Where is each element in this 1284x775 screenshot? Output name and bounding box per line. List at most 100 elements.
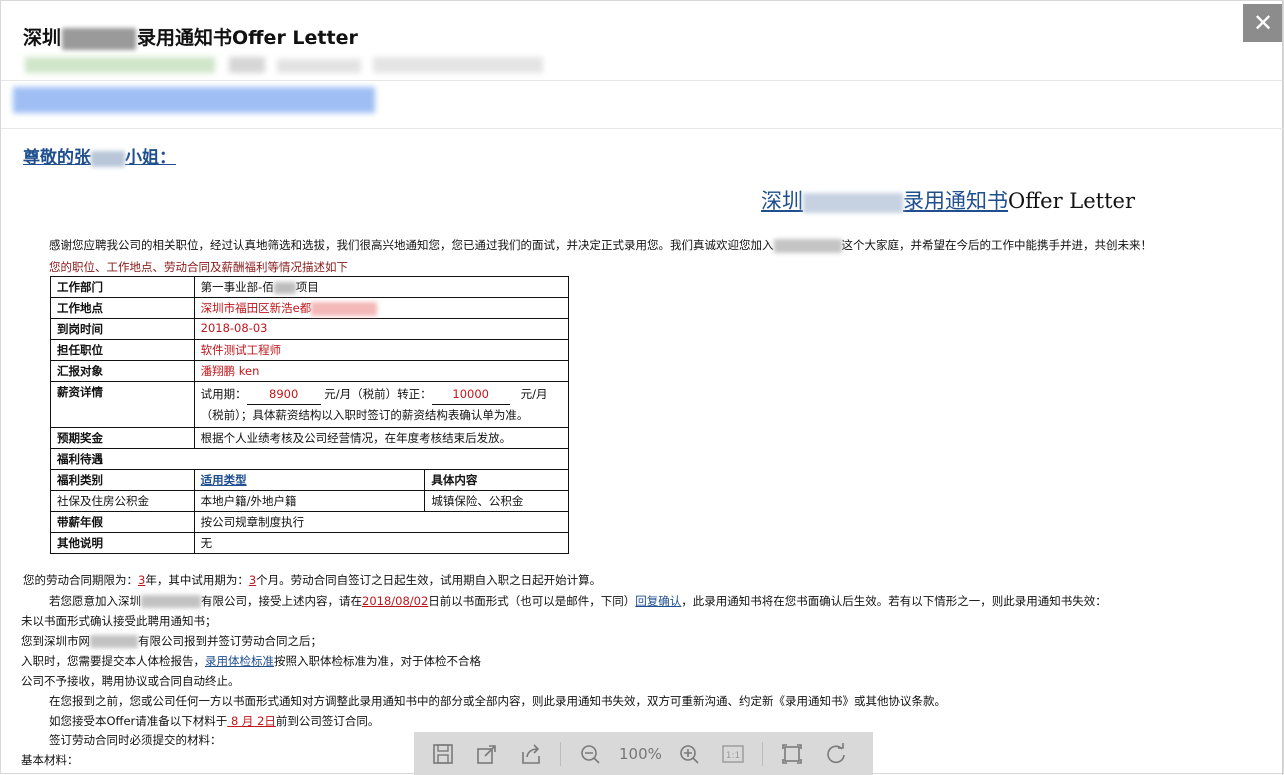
table-row: 带薪年假 按公司规章制度执行 [50, 511, 570, 533]
basic-materials-label: 基本材料： [21, 753, 79, 767]
report-label: 汇报对象 [50, 360, 195, 382]
location-text: 深圳市福田区新浩e都 [200, 301, 312, 315]
subject-suffix: 录用通知书Offer Letter [137, 27, 358, 49]
location-label: 工作地点 [50, 297, 195, 319]
condition-line-2: 您到深圳市网 有限公司报到并签订劳动合同之后； [21, 633, 322, 649]
location-value: 深圳市福田区新浩e都 [193, 297, 570, 319]
acceptance-line: 若您愿意加入深圳 有限公司，接受上述内容，请在2018/08/02日前以书面形式（… [49, 593, 1107, 609]
table-row: 工作部门 第一事业部-佰 项目 [50, 276, 570, 298]
offer-table: 工作部门 第一事业部-佰 项目 工作地点 深圳市福田区新浩e都 到岗时间 2018… [50, 276, 570, 554]
l1-text-a: 您的劳动合同期限为： [23, 573, 138, 587]
redacted-block [141, 595, 201, 608]
position-value: 软件测试工程师 [193, 339, 570, 361]
intro-text-b: 这个大家庭，并希望在今后的工作中能携手并进，共创未来！ [841, 238, 1153, 252]
salary-value: 试用期： 8900 元/月（税前）转正： 10000 元/月 （税前）；具体薪资结构… [193, 381, 570, 428]
welfare-label: 福利待遇 [50, 448, 569, 470]
reply-confirm-link[interactable]: 回复确认 [635, 594, 681, 608]
salary-note: （税前）；具体薪资结构以入职时签订的薪资结构表确认单为准。 [200, 408, 529, 422]
save-icon[interactable] [428, 739, 458, 769]
table-row: 福利类别 适用类型 具体内容 [50, 469, 569, 491]
subject-prefix: 深圳 [23, 27, 62, 49]
image-viewer-toolbar: 100% 1:1 [414, 732, 873, 775]
letter-title: 深圳 录用通知书Offer Letter [761, 185, 1135, 215]
department-value-a: 第一事业部-佰 [200, 280, 274, 294]
zoom-in-icon[interactable] [674, 739, 704, 769]
salary-label: 薪资详情 [50, 381, 195, 428]
zoom-out-icon[interactable] [575, 739, 605, 769]
l2-text-d: ，此录用通知书将在您书面确认后生效。若有以下情形之一，则此录用通知书失效： [681, 594, 1107, 608]
other-value: 无 [193, 532, 570, 554]
divider [1, 128, 1283, 129]
condition-line-3: 入职时，您需要提交本人体检报告，录用体检标准按照入职体检标准为准，对于体检不合格 [21, 653, 481, 669]
condition-line-1: 未以书面形式确认接受此聘用通知书； [21, 614, 217, 628]
toolbar-separator [761, 741, 763, 766]
salary-regular-amount: 10000 [431, 384, 510, 405]
leave-label: 带薪年假 [50, 511, 195, 533]
intro-text-a: 感谢您应聘我公司的相关职位，经过认真地筛选和选拔，我们很高兴地通知您，您已通过我… [49, 238, 774, 252]
mail-header: 深圳 录用通知书Offer Letter [1, 1, 1284, 81]
l4-text-b: 有限公司报到并签订劳动合同之后； [138, 634, 322, 648]
open-external-icon[interactable] [472, 739, 502, 769]
redacted-block [803, 192, 903, 213]
materials-deadline-line: 如您接受本Offer请准备以下材料于 8 月 2日前到公司签订合同。 [49, 713, 379, 729]
title-prefix: 深圳 [761, 189, 803, 213]
redacted-block [62, 27, 137, 50]
redacted-block [91, 150, 125, 167]
materials-month: 8 [230, 714, 239, 728]
redacted-block [373, 57, 543, 73]
actual-size-icon[interactable]: 1:1 [718, 739, 748, 769]
table-row: 工作地点 深圳市福田区新浩e都 [50, 297, 570, 319]
redacted-block [229, 57, 265, 73]
greeting-prefix: 尊敬的张 [23, 148, 91, 168]
intro-line2: 您的职位、工作地点、劳动合同及薪酬福利等情况描述如下 [49, 260, 348, 274]
redacted-block [90, 635, 138, 648]
other-label: 其他说明 [50, 532, 195, 554]
position-label: 担任职位 [50, 339, 195, 361]
letter-title-en: Offer Letter [1008, 189, 1135, 213]
table-row: 担任职位 软件测试工程师 [50, 339, 570, 361]
table-row: 预期奖金 根据个人业绩考核及公司经营情况，在年度考核结束后发放。 [50, 427, 570, 449]
redacted-block [773, 238, 842, 253]
greeting: 尊敬的张 小姐： [23, 143, 176, 168]
welfare-applicable-header[interactable]: 适用类型 [193, 469, 426, 491]
welfare-type-value: 社保及住房公积金 [50, 490, 195, 512]
mail-subject: 深圳 录用通知书Offer Letter [23, 23, 358, 50]
welfare-detail-label: 具体内容 [424, 469, 569, 491]
intro-paragraph: 感谢您应聘我公司的相关职位，经过认真地筛选和选拔，我们很高兴地通知您，您已通过我… [49, 237, 1152, 253]
l2-text-b: 有限公司，接受上述内容，请在 [201, 594, 362, 608]
redacted-block [273, 281, 296, 294]
close-button[interactable]: ✕ [1243, 4, 1283, 42]
redacted-block [277, 59, 361, 73]
adjustment-line: 在您报到之前，您或公司任何一方以书面形式通知对方调整此录用通知书中的部分或全部内… [49, 694, 946, 708]
department-value-b: 项目 [295, 280, 319, 294]
salary-trial-prefix: 试用期： [200, 387, 247, 401]
share-icon[interactable] [516, 739, 546, 769]
condition-line-4: 公司不予接收，聘用协议或合同自动终止。 [21, 674, 240, 688]
leave-value: 按公司规章制度执行 [193, 511, 570, 533]
welfare-detail-value: 城镇保险、公积金 [424, 490, 569, 512]
l5-text-b: 按照入职体检标准为准，对于体检不合格 [274, 654, 481, 668]
scrollbar-divider [1282, 1, 1283, 775]
materials-heading: 签订劳动合同时必须提交的材料： [49, 733, 222, 747]
table-row: 其他说明 无 [50, 532, 570, 554]
actual-size-label: 1:1 [726, 751, 740, 761]
department-label: 工作部门 [50, 276, 195, 298]
rotate-icon[interactable] [821, 739, 851, 769]
table-row: 汇报对象 潘翔鹏 ken [50, 360, 570, 382]
health-standard-link[interactable]: 录用体检标准 [205, 654, 274, 668]
table-row: 薪资详情 试用期： 8900 元/月（税前）转正： 10000 元/月 （税前）；具… [50, 381, 570, 428]
salary-regular-suffix: 元/月 [520, 387, 548, 401]
close-icon: ✕ [1252, 9, 1274, 37]
l8-text-b: 月 [241, 714, 254, 728]
bonus-label: 预期奖金 [50, 427, 195, 449]
sender-info [25, 57, 543, 77]
l2-text-c: 日前以书面形式（也可以是邮件，下同） [428, 594, 636, 608]
welfare-applicable-link[interactable]: 适用类型 [201, 473, 247, 487]
start-value: 2018-08-03 [193, 318, 570, 340]
welfare-applicable-value: 本地户籍/外地户籍 [193, 490, 426, 512]
fit-screen-icon[interactable] [777, 739, 807, 769]
redacted-banner [13, 87, 375, 113]
l4-text-a: 您到深圳市网 [21, 634, 90, 648]
reply-deadline: 2018/08/02 [362, 594, 429, 608]
l2-text-a: 若您愿意加入深圳 [49, 594, 141, 608]
